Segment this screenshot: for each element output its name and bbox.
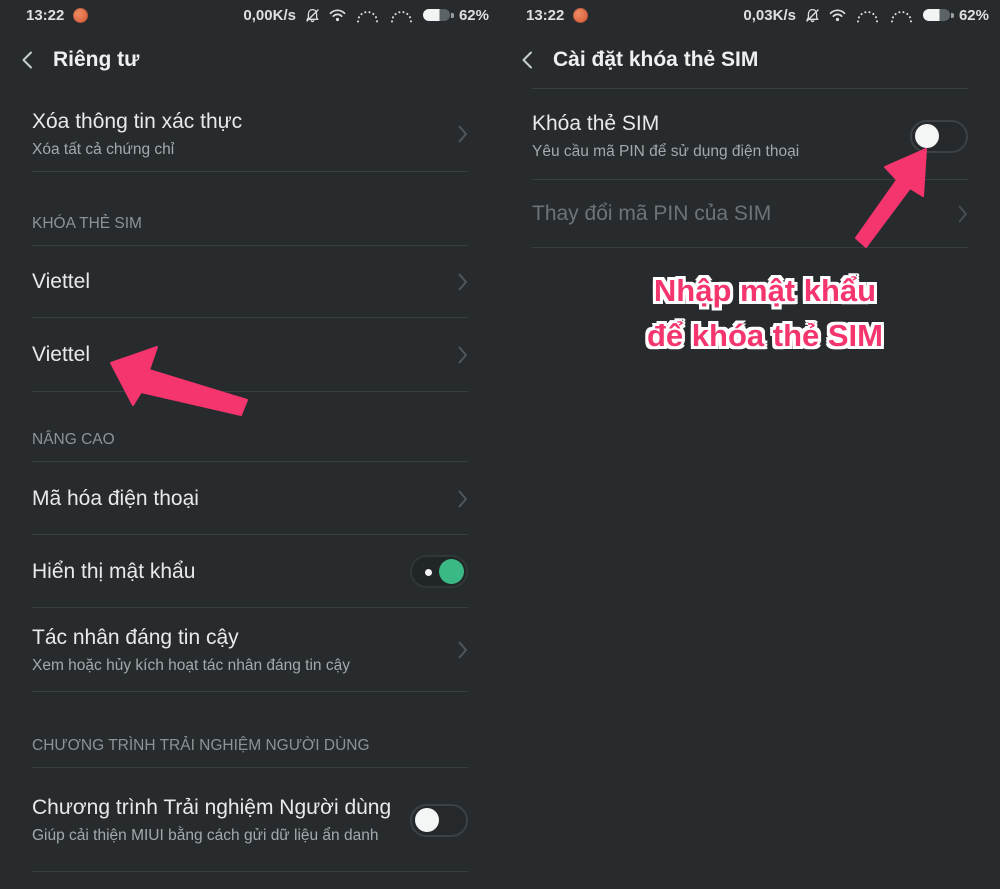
battery-percent: 62% (459, 7, 489, 24)
wifi-icon (829, 8, 846, 22)
clock: 13:22 (26, 7, 64, 24)
item-subtitle: Xóa tất cả chứng chỉ (32, 140, 444, 160)
item-title: Viettel (32, 342, 444, 368)
item-title: Viettel (32, 269, 444, 295)
item-title: Tác nhân đáng tin cậy (32, 625, 444, 651)
status-bar: 13:22 0,03K/s (500, 0, 1000, 30)
app-header: Cài đặt khóa thẻ SIM (500, 36, 1000, 84)
chevron-right-icon (458, 125, 468, 143)
item-title: Hiển thị mật khẩu (32, 559, 396, 585)
item-title: Xóa thông tin xác thực (32, 109, 444, 135)
item-subtitle: Yêu cầu mã PIN để sử dụng điện thoại (532, 142, 896, 162)
clock: 13:22 (526, 7, 564, 24)
annotation-line-2: để khóa thẻ SIM (540, 313, 990, 358)
item-title: Khóa thẻ SIM (532, 111, 896, 137)
battery-percent: 62% (959, 7, 989, 24)
item-title: Thay đổi mã PIN của SIM (532, 201, 944, 227)
section-label: KHÓA THẺ SIM (32, 215, 142, 233)
item-title: Chương trình Trải nghiệm Người dùng (32, 795, 396, 821)
signal-searching-icon (389, 8, 414, 23)
item-title: Mã hóa điện thoại (32, 486, 444, 512)
battery-icon (923, 9, 950, 21)
header-divider (532, 88, 968, 89)
page-title: Riêng tư (53, 48, 139, 72)
recorder-badge-icon (73, 8, 88, 23)
page-title: Cài đặt khóa thẻ SIM (553, 48, 758, 72)
chevron-right-icon (458, 641, 468, 659)
list-item-change-sim-pin[interactable]: Thay đổi mã PIN của SIM (500, 180, 1000, 248)
privacy-settings-screen: 13:22 0,00K/s (0, 0, 500, 889)
chevron-right-icon (458, 346, 468, 364)
signal-searching-icon (855, 8, 880, 23)
chevron-right-icon (958, 205, 968, 223)
chevron-right-icon (458, 273, 468, 291)
show-passwords-toggle[interactable] (410, 555, 468, 588)
sim-lock-settings-screen: 13:22 0,03K/s (500, 0, 1000, 889)
list-item-viettel-sim2[interactable]: Viettel (0, 318, 500, 392)
back-icon[interactable] (520, 50, 534, 70)
section-sim-lock: KHÓA THẺ SIM (0, 172, 500, 246)
network-speed: 0,00K/s (243, 7, 296, 24)
list-item-user-experience-program[interactable]: Chương trình Trải nghiệm Người dùng Giúp… (0, 768, 500, 872)
section-user-experience: CHƯƠNG TRÌNH TRẢI NGHIỆM NGƯỜI DÙNG (0, 692, 500, 768)
screenshot-root: 13:22 0,00K/s (0, 0, 1000, 889)
wifi-icon (329, 8, 346, 22)
status-bar: 13:22 0,00K/s (0, 0, 500, 30)
bell-muted-icon (305, 8, 320, 23)
signal-searching-icon (889, 8, 914, 23)
list-item-clear-credentials[interactable]: Xóa thông tin xác thực Xóa tất cả chứng … (0, 96, 500, 172)
recorder-badge-icon (573, 8, 588, 23)
bell-muted-icon (805, 8, 820, 23)
list-item-lock-sim[interactable]: Khóa thẻ SIM Yêu cầu mã PIN để sử dụng đ… (500, 92, 1000, 180)
list-item-trust-agents[interactable]: Tác nhân đáng tin cậy Xem hoặc hủy kích … (0, 608, 500, 692)
battery-icon (423, 9, 450, 21)
back-icon[interactable] (20, 50, 34, 70)
list-item-viettel-sim1[interactable]: Viettel (0, 246, 500, 318)
section-label: CHƯƠNG TRÌNH TRẢI NGHIỆM NGƯỜI DÙNG (32, 737, 370, 755)
section-advanced: NÂNG CAO (0, 392, 500, 462)
lock-sim-toggle[interactable] (910, 120, 968, 153)
user-experience-toggle[interactable] (410, 804, 468, 837)
section-label: NÂNG CAO (32, 431, 115, 449)
list-item-encrypt-phone[interactable]: Mã hóa điện thoại (0, 462, 500, 535)
network-speed: 0,03K/s (743, 7, 796, 24)
chevron-right-icon (458, 490, 468, 508)
list-item-show-passwords[interactable]: Hiển thị mật khẩu (0, 535, 500, 608)
app-header: Riêng tư (0, 36, 500, 84)
item-subtitle: Giúp cải thiện MIUI bằng cách gửi dữ liệ… (32, 826, 396, 846)
signal-searching-icon (355, 8, 380, 23)
annotation-line-1: Nhập mật khẩu (540, 268, 990, 313)
annotation-text: Nhập mật khẩu để khóa thẻ SIM (540, 268, 990, 358)
item-subtitle: Xem hoặc hủy kích hoạt tác nhân đáng tin… (32, 656, 444, 676)
